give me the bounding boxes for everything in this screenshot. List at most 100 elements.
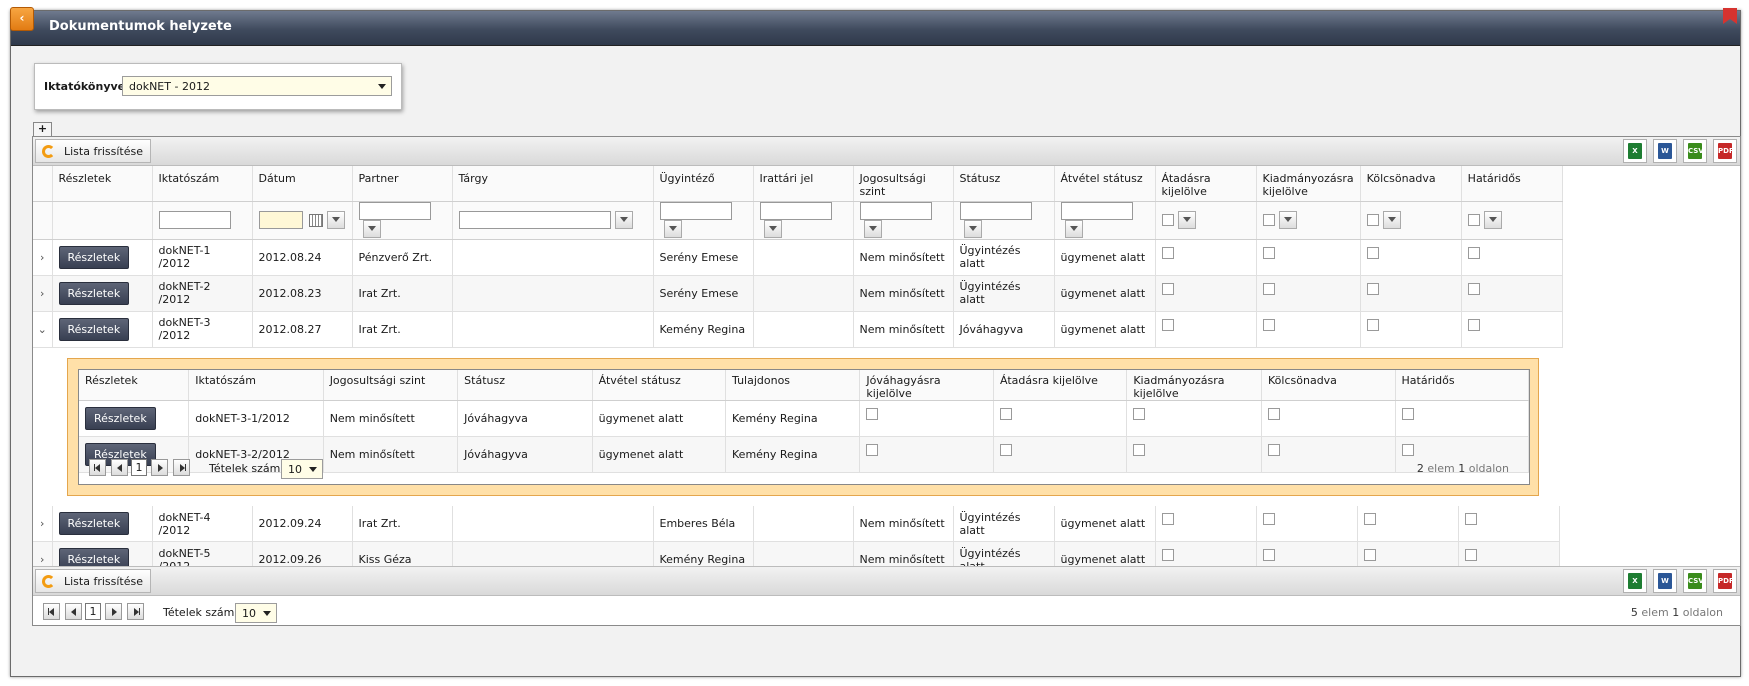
filter-receipt-input[interactable] — [1060, 202, 1133, 220]
signing-checkbox[interactable] — [1133, 408, 1146, 420]
filter-icon[interactable] — [1177, 211, 1196, 229]
signing-checkbox[interactable] — [1262, 246, 1275, 259]
sub-column-header: Részletek — [79, 370, 190, 401]
last-page-icon[interactable] — [173, 459, 190, 476]
details-button[interactable]: Részletek — [58, 245, 130, 269]
handover-checkbox[interactable] — [999, 444, 1012, 456]
doc-status: Jóváhagyva — [953, 311, 1055, 348]
filter-icon[interactable] — [362, 220, 381, 238]
csv-export-button[interactable]: CSV — [1683, 569, 1707, 593]
deadline-checkbox[interactable] — [1401, 444, 1414, 456]
first-page-icon[interactable] — [43, 603, 60, 620]
word-export-button[interactable]: W — [1653, 569, 1677, 593]
signing-checkbox[interactable] — [1133, 444, 1146, 456]
details-button[interactable]: Részletek — [85, 407, 156, 430]
deadline-checkbox[interactable] — [1464, 549, 1477, 561]
doc-subject — [452, 506, 654, 542]
calendar-icon[interactable] — [308, 213, 323, 227]
next-page-icon[interactable] — [105, 603, 122, 620]
handover-checkbox[interactable] — [1161, 282, 1174, 295]
last-page-icon[interactable] — [127, 603, 144, 620]
filter-lent-checkbox[interactable] — [1366, 214, 1379, 226]
pdf-export-button[interactable]: PDF — [1713, 569, 1737, 593]
csv-export-button[interactable]: CSV — [1683, 139, 1707, 163]
doc-receipt: ügymenet alatt — [1054, 239, 1156, 276]
filter-icon[interactable] — [1382, 211, 1401, 229]
handover-checkbox[interactable] — [1161, 513, 1174, 525]
excel-export-button[interactable]: X — [1623, 139, 1647, 163]
lent-checkbox[interactable] — [1268, 408, 1281, 420]
filter-date-input[interactable] — [258, 211, 303, 229]
doc-partner: Pénzverő Zrt. — [352, 239, 453, 276]
back-button[interactable]: ‹ — [10, 7, 34, 31]
handover-checkbox[interactable] — [1161, 318, 1174, 331]
filter-icon[interactable] — [663, 220, 682, 238]
deadline-checkbox[interactable] — [1467, 318, 1480, 331]
refresh-list-button[interactable]: Lista frissítése — [35, 569, 152, 593]
filter-icon[interactable] — [1483, 211, 1502, 229]
deadline-checkbox[interactable] — [1464, 513, 1477, 525]
handover-checkbox[interactable] — [1161, 549, 1174, 561]
refresh-list-button[interactable]: Lista frissítése — [35, 139, 152, 163]
next-page-icon[interactable] — [151, 459, 168, 476]
signing-checkbox[interactable] — [1262, 513, 1275, 525]
first-page-icon[interactable] — [89, 459, 106, 476]
word-export-button[interactable]: W — [1653, 139, 1677, 163]
filter-subject-input[interactable] — [458, 211, 611, 229]
items-per-page-select[interactable]: 10 — [281, 459, 323, 479]
filter-level-input[interactable] — [859, 202, 932, 220]
filter-status-input[interactable] — [959, 202, 1032, 220]
expand-panel-button[interactable]: + — [33, 122, 52, 137]
row-expander[interactable]: › — [33, 275, 53, 312]
details-button[interactable]: Részletek — [58, 512, 130, 535]
pdf-export-button[interactable]: PDF — [1713, 139, 1737, 163]
filter-icon[interactable] — [963, 220, 982, 238]
lent-checkbox[interactable] — [1363, 549, 1376, 561]
signing-checkbox[interactable] — [1262, 549, 1275, 561]
filter-id-input[interactable] — [158, 211, 231, 229]
lent-checkbox[interactable] — [1366, 282, 1379, 295]
book-select[interactable]: dokNET - 2012 — [122, 76, 392, 96]
row-expander[interactable]: › — [33, 506, 53, 542]
filter-archive-input[interactable] — [759, 202, 832, 220]
filter-icon[interactable] — [614, 211, 633, 229]
prev-page-icon[interactable] — [65, 603, 82, 620]
filter-partner-input[interactable] — [358, 202, 431, 220]
filter-icon[interactable] — [1278, 211, 1297, 229]
deadline-checkbox[interactable] — [1467, 282, 1480, 295]
filter-signing-checkbox[interactable] — [1262, 214, 1275, 226]
signing-checkbox[interactable] — [1262, 282, 1275, 295]
filter-handover-checkbox[interactable] — [1161, 214, 1174, 226]
prev-page-icon[interactable] — [111, 459, 128, 476]
filter-lent — [1360, 201, 1462, 240]
handover-checkbox[interactable] — [1161, 246, 1174, 259]
signing-checkbox[interactable] — [1262, 318, 1275, 331]
filter-icon[interactable] — [326, 211, 345, 229]
filter-icon[interactable] — [863, 220, 882, 238]
row-expander[interactable]: › — [33, 239, 53, 276]
filter-icon[interactable] — [1064, 220, 1083, 238]
cell-approval — [859, 400, 994, 437]
row-expander[interactable]: ⌄ — [33, 311, 53, 348]
filter-deadline-checkbox[interactable] — [1467, 214, 1480, 226]
current-page[interactable]: 1 — [131, 459, 147, 476]
excel-export-button[interactable]: X — [1623, 569, 1647, 593]
handover-checkbox[interactable] — [999, 408, 1012, 420]
bookmark-icon[interactable] — [1723, 8, 1737, 24]
approval-checkbox[interactable] — [866, 444, 879, 456]
items-per-page-select[interactable]: 10 — [235, 603, 277, 623]
current-page[interactable]: 1 — [85, 603, 101, 620]
deadline-checkbox[interactable] — [1401, 408, 1414, 420]
cell-signing — [1256, 275, 1361, 312]
lent-checkbox[interactable] — [1366, 246, 1379, 259]
details-button[interactable]: Részletek — [58, 281, 130, 305]
lent-checkbox[interactable] — [1363, 513, 1376, 525]
filter-icon[interactable] — [763, 220, 782, 238]
deadline-checkbox[interactable] — [1467, 246, 1480, 259]
approval-checkbox[interactable] — [866, 408, 879, 420]
details-button[interactable]: Részletek — [58, 317, 130, 341]
lent-checkbox[interactable] — [1268, 444, 1281, 456]
filter-clerk-input[interactable] — [659, 202, 732, 220]
lent-checkbox[interactable] — [1366, 318, 1379, 331]
cell-deadline — [1395, 400, 1530, 437]
